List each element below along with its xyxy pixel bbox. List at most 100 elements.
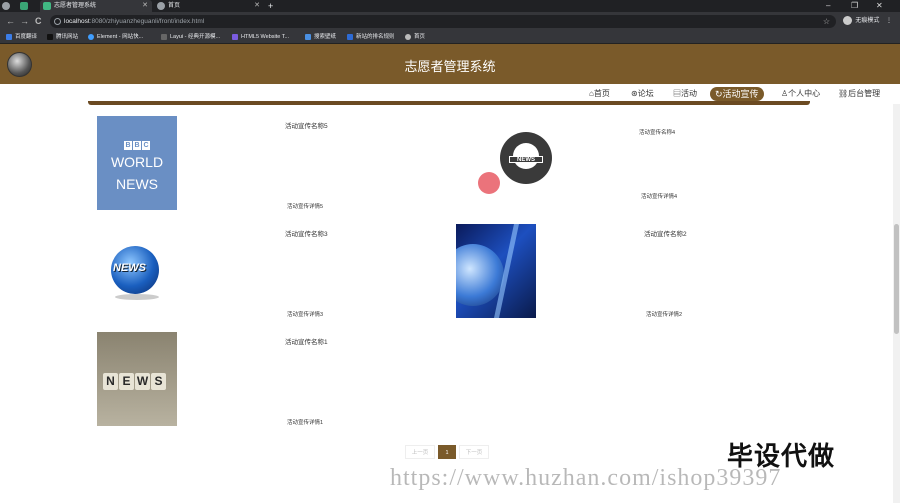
bookmark-label: 腾讯网站 bbox=[56, 34, 79, 40]
bookmark-item[interactable]: Element - 网站快... bbox=[88, 30, 143, 44]
tech-earth-image[interactable] bbox=[456, 224, 536, 318]
page-scrollbar[interactable] bbox=[893, 104, 900, 503]
nav-label: 论坛 bbox=[637, 89, 654, 98]
bookmark-item[interactable]: 百度翻译 bbox=[6, 30, 37, 44]
site-title: 志愿者管理系统 bbox=[404, 59, 496, 74]
incognito-icon bbox=[843, 15, 853, 25]
nav-promotion[interactable]: ↻活动宣传 bbox=[710, 87, 764, 101]
bookmark-icon bbox=[6, 33, 12, 40]
bbc-letter: C bbox=[142, 141, 150, 150]
news-globe-image[interactable]: NEWS bbox=[500, 132, 552, 184]
tab-vue-app[interactable] bbox=[14, 0, 34, 12]
card-detail: 活动宣传详情3 bbox=[287, 312, 324, 318]
bbc-world-text: WORLD bbox=[110, 154, 164, 170]
bookmark-label: 搜索壁纸 bbox=[314, 34, 337, 40]
bbc-logo: BBC bbox=[124, 134, 151, 152]
bookmark-label: 新站的排名规则 bbox=[356, 34, 395, 40]
prev-page-button[interactable]: 上一页 bbox=[405, 445, 435, 459]
incognito-profile[interactable]: 无痕模式 ⋮ bbox=[843, 15, 892, 27]
scrollbar-thumb[interactable] bbox=[894, 224, 899, 334]
close-window-button[interactable]: ✕ bbox=[876, 0, 883, 11]
bookmark-item[interactable]: 腾讯网站 bbox=[47, 30, 78, 44]
reload-button[interactable]: C bbox=[35, 15, 42, 27]
tab-home[interactable]: 首页 ✕ bbox=[154, 0, 264, 12]
restore-button[interactable]: ❐ bbox=[851, 0, 858, 11]
tab-volunteer-system[interactable]: 志愿者管理系统 ✕ bbox=[40, 0, 152, 12]
bookmark-icon bbox=[305, 33, 311, 40]
menu-icon[interactable]: ⋮ bbox=[886, 18, 892, 24]
profile-label: 无痕模式 bbox=[855, 18, 880, 24]
mouse-cursor-highlight bbox=[478, 172, 500, 194]
bbc-letter: B bbox=[133, 141, 141, 150]
bookmark-item[interactable]: 新站的排名规则 bbox=[347, 30, 395, 44]
bookmark-icon bbox=[88, 33, 94, 40]
card-title[interactable]: 活动宣传名称5 bbox=[285, 120, 328, 130]
close-tab-icon[interactable]: ✕ bbox=[142, 0, 148, 12]
bookmark-label: HTML5 Website T... bbox=[241, 34, 290, 40]
dice-letter: E bbox=[119, 373, 134, 390]
card-title[interactable]: 活动宣传名称1 bbox=[285, 336, 328, 346]
address-bar-row: ← → C localhost:8080/zhiyuanzheguanli/fr… bbox=[0, 12, 900, 30]
nav-forum[interactable]: ⊛论坛 bbox=[631, 87, 654, 101]
bookmark-label: 首页 bbox=[414, 34, 426, 40]
bookmark-icon bbox=[405, 33, 411, 40]
globe-icon bbox=[157, 2, 165, 10]
card-title[interactable]: 活动宣传名称4 bbox=[639, 128, 675, 136]
news-tag: NEWS bbox=[509, 156, 543, 163]
nav-label: 个人中心 bbox=[788, 89, 821, 98]
dice-row: NEWS bbox=[103, 372, 167, 390]
news-dice-image[interactable]: NEWS bbox=[97, 332, 177, 426]
nav-activity[interactable]: ▤活动 bbox=[673, 87, 697, 101]
url-input[interactable]: localhost:8080/zhiyuanzheguanli/front/in… bbox=[50, 15, 836, 28]
nav-home[interactable]: ⌂首页 bbox=[589, 87, 610, 101]
card-detail: 活动宣传详情5 bbox=[287, 204, 324, 210]
bookmark-label: Layui - 经典开源模... bbox=[170, 34, 221, 40]
nav-personal-center[interactable]: ♙个人中心 bbox=[781, 87, 820, 101]
url-text: localhost:8080/zhiyuanzheguanli/front/in… bbox=[64, 15, 204, 28]
browser-tab-strip: 志愿者管理系统 ✕ 首页 ✕ + – ❐ ✕ bbox=[0, 0, 900, 12]
bookmark-icon bbox=[47, 33, 53, 40]
tab-label: 首页 bbox=[168, 3, 181, 9]
bookmark-label: Element - 网站快... bbox=[97, 34, 144, 40]
blue-news-globe-image[interactable]: NEWS bbox=[97, 224, 177, 318]
close-tab-icon[interactable]: ✕ bbox=[254, 0, 260, 12]
bookmarks-bar: 百度翻译 腾讯网站 Element - 网站快... Layui - 经典开源模… bbox=[0, 30, 900, 44]
bookmark-item[interactable]: 首页 bbox=[405, 30, 425, 44]
vue-icon bbox=[43, 2, 51, 10]
bookmark-item[interactable]: Layui - 经典开源模... bbox=[161, 30, 220, 44]
url-host: localhost bbox=[64, 18, 90, 25]
bookmark-icon bbox=[232, 33, 238, 40]
info-icon[interactable] bbox=[54, 18, 61, 25]
globe-shadow bbox=[115, 294, 159, 300]
card-detail: 活动宣传详情1 bbox=[287, 420, 324, 426]
bookmark-icon bbox=[161, 33, 167, 40]
bookmark-item[interactable]: 搜索壁纸 bbox=[305, 30, 336, 44]
nav-divider bbox=[88, 101, 810, 105]
card-title[interactable]: 活动宣传名称3 bbox=[285, 228, 328, 238]
nav-admin[interactable]: ⛓后台管理 bbox=[838, 87, 880, 101]
forum-icon: ⊛ bbox=[631, 89, 638, 98]
page-number[interactable]: 1 bbox=[438, 445, 456, 459]
back-button[interactable]: ← bbox=[6, 15, 15, 27]
dice-letter: N bbox=[103, 373, 118, 390]
bbc-letter: B bbox=[124, 141, 132, 150]
activity-icon: ▤ bbox=[673, 89, 681, 98]
minimize-button[interactable]: – bbox=[826, 0, 830, 11]
forward-button[interactable]: → bbox=[20, 15, 29, 27]
link-icon: ⛓ bbox=[838, 89, 849, 98]
new-tab-button[interactable]: + bbox=[268, 0, 280, 12]
url-path: :8080/zhiyuanzheguanli/front/index.html bbox=[89, 18, 205, 25]
bookmark-label: 百度翻译 bbox=[15, 34, 38, 40]
bbc-news-text: NEWS bbox=[116, 176, 158, 192]
nav-label: 首页 bbox=[593, 89, 610, 98]
nav-label: 后台管理 bbox=[848, 89, 881, 98]
site-header: 志愿者管理系统 bbox=[0, 44, 900, 84]
browser-icon[interactable] bbox=[0, 0, 12, 12]
bookmark-star-icon[interactable]: ☆ bbox=[823, 15, 830, 28]
card-title[interactable]: 活动宣传名称2 bbox=[644, 228, 687, 238]
dice-letter: S bbox=[151, 373, 166, 390]
bookmark-item[interactable]: HTML5 Website T... bbox=[232, 30, 289, 44]
card-detail: 活动宣传详情2 bbox=[646, 312, 683, 318]
next-page-button[interactable]: 下一页 bbox=[459, 445, 489, 459]
bbc-world-news-image[interactable]: BBC WORLD NEWS bbox=[97, 116, 177, 210]
